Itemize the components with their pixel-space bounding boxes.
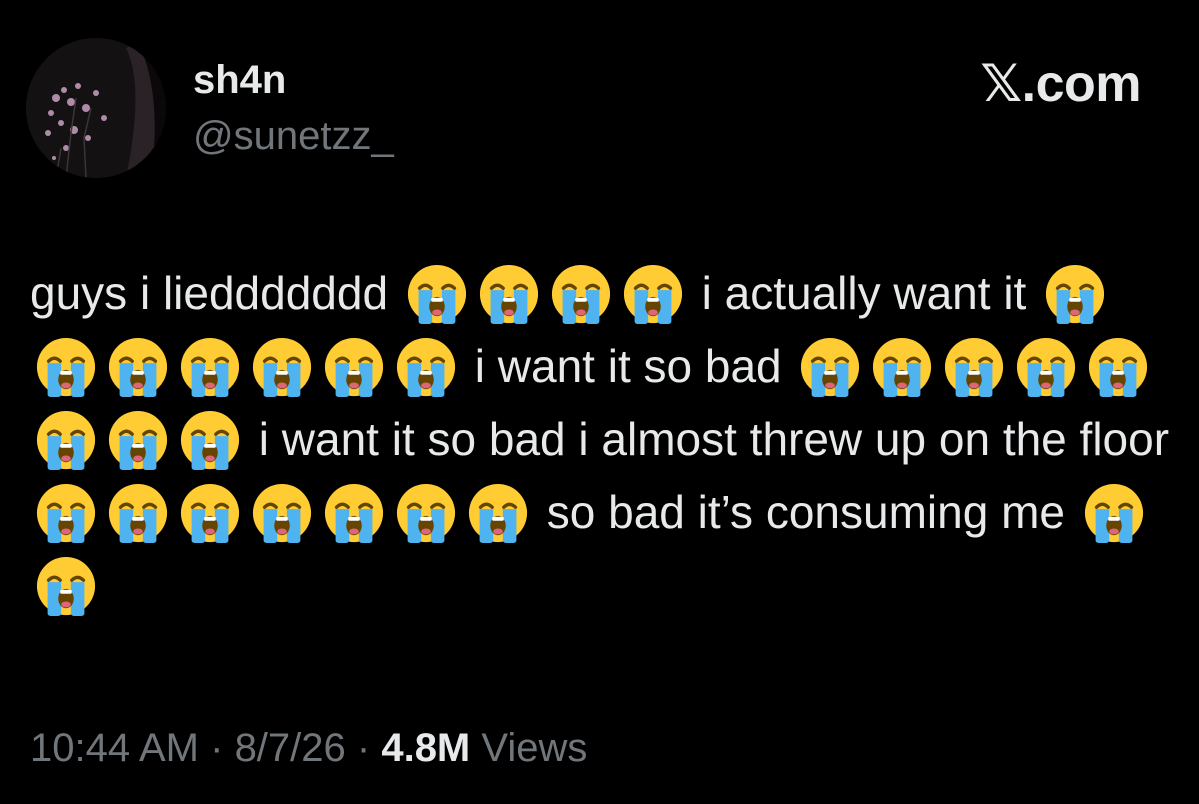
brand-domain: .com [1021,55,1142,113]
tweet-time[interactable]: 10:44 AM [30,726,199,770]
views-count[interactable]: 4.8M [381,726,470,770]
loudly-crying-face-icon [107,336,169,398]
loudly-crying-face-icon [107,409,169,471]
tweet-date[interactable]: 8/7/26 [235,726,346,770]
loudly-crying-face-icon [799,336,861,398]
loudly-crying-face-icon [622,263,684,325]
tweet-text: guys i lieddddddd i actually want it i w… [30,257,1170,622]
loudly-crying-face-icon [395,482,457,544]
x-logo-icon: 𝕏 [980,54,1022,114]
loudly-crying-face-icon [35,482,97,544]
loudly-crying-face-icon [179,336,241,398]
views-label: Views [470,726,588,770]
tweet-metadata: 10:44 AM · 8/7/26 · 4.8M Views [30,724,587,772]
tweet-text-segment: i want it so bad [462,340,795,392]
loudly-crying-face-icon [1083,482,1145,544]
loudly-crying-face-icon [550,263,612,325]
loudly-crying-face-icon [323,336,385,398]
loudly-crying-face-icon [395,336,457,398]
loudly-crying-face-icon [35,336,97,398]
loudly-crying-face-icon [467,482,529,544]
loudly-crying-face-icon [1015,336,1077,398]
loudly-crying-face-icon [943,336,1005,398]
loudly-crying-face-icon [871,336,933,398]
tweet-text-segment: i actually want it [688,267,1040,319]
loudly-crying-face-icon [179,409,241,471]
author-handle[interactable]: @sunetzz_ [193,112,394,160]
avatar[interactable] [26,38,166,178]
tweet-text-segment: guys i lieddddddd [30,267,401,319]
loudly-crying-face-icon [251,482,313,544]
loudly-crying-face-icon [107,482,169,544]
tweet-text-segment: i want it so bad i almost threw up on th… [246,413,1170,465]
loudly-crying-face-icon [179,482,241,544]
loudly-crying-face-icon [406,263,468,325]
loudly-crying-face-icon [35,555,97,617]
avatar-image [26,38,166,178]
author-display-name[interactable]: sh4n [193,56,286,104]
loudly-crying-face-icon [323,482,385,544]
loudly-crying-face-icon [35,409,97,471]
x-brand-logo: 𝕏.com [980,56,1141,112]
loudly-crying-face-icon [1044,263,1106,325]
meta-separator: · [345,726,382,770]
tweet-text-segment: so bad it’s consuming me [534,486,1078,538]
loudly-crying-face-icon [251,336,313,398]
loudly-crying-face-icon [478,263,540,325]
loudly-crying-face-icon [1087,336,1149,398]
meta-separator: · [199,726,235,770]
